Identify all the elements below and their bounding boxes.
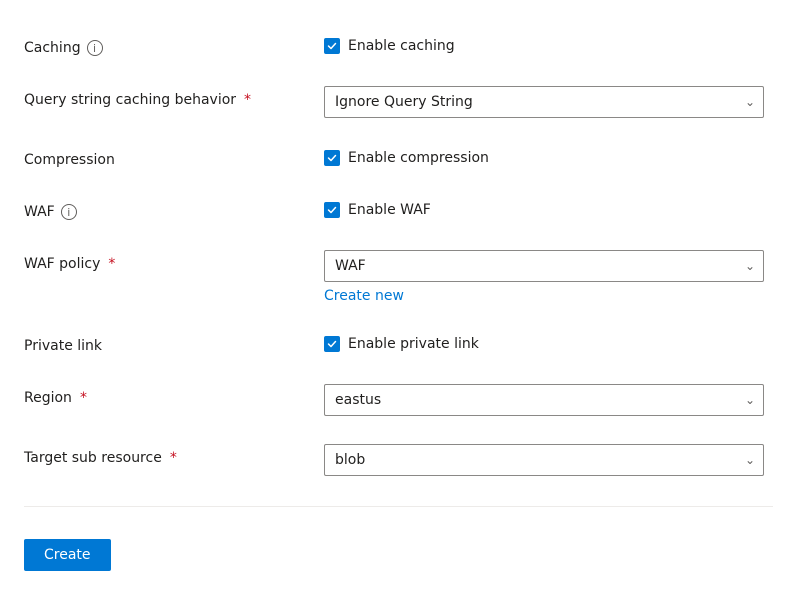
waf-policy-row: WAF policy * WAF ⌄ Create new (24, 236, 773, 318)
enable-private-link-row: Enable private link (324, 332, 773, 352)
target-sub-resource-control: blob ⌄ (324, 444, 773, 476)
target-sub-resource-label-text: Target sub resource (24, 450, 162, 466)
target-sub-resource-required: * (170, 450, 177, 466)
form-footer: Create (24, 523, 773, 587)
enable-caching-label: Enable caching (348, 38, 455, 54)
region-chevron-icon: ⌄ (745, 393, 755, 407)
query-string-row: Query string caching behavior * Ignore Q… (24, 72, 773, 132)
target-sub-resource-value: blob (335, 452, 365, 468)
region-value: eastus (335, 392, 381, 408)
enable-compression-checkbox[interactable] (324, 150, 340, 166)
private-link-label-text: Private link (24, 338, 102, 354)
waf-label-text: WAF (24, 204, 55, 220)
enable-compression-row: Enable compression (324, 146, 773, 166)
query-string-label: Query string caching behavior * (24, 86, 324, 108)
caching-row: Caching i Enable caching (24, 20, 773, 72)
enable-waf-label: Enable WAF (348, 202, 431, 218)
region-row: Region * eastus ⌄ (24, 370, 773, 430)
private-link-row: Private link Enable private link (24, 318, 773, 370)
waf-control: Enable WAF (324, 198, 773, 218)
caching-label-text: Caching (24, 40, 81, 56)
query-string-required: * (244, 92, 251, 108)
private-link-label: Private link (24, 332, 324, 354)
waf-policy-dropdown[interactable]: WAF ⌄ (324, 250, 764, 282)
waf-row: WAF i Enable WAF (24, 184, 773, 236)
waf-policy-value: WAF (335, 258, 366, 274)
enable-caching-checkbox[interactable] (324, 38, 340, 54)
enable-caching-row: Enable caching (324, 34, 773, 54)
query-string-chevron-icon: ⌄ (745, 95, 755, 109)
waf-policy-label: WAF policy * (24, 250, 324, 272)
caching-label: Caching i (24, 34, 324, 56)
waf-info-icon[interactable]: i (61, 204, 77, 220)
create-button[interactable]: Create (24, 539, 111, 571)
caching-control: Enable caching (324, 34, 773, 54)
target-sub-resource-dropdown[interactable]: blob ⌄ (324, 444, 764, 476)
enable-waf-checkbox[interactable] (324, 202, 340, 218)
region-control: eastus ⌄ (324, 384, 773, 416)
target-sub-resource-row: Target sub resource * blob ⌄ (24, 430, 773, 490)
waf-policy-required: * (108, 256, 115, 272)
target-sub-resource-label: Target sub resource * (24, 444, 324, 466)
target-sub-resource-chevron-icon: ⌄ (745, 453, 755, 467)
enable-waf-row: Enable WAF (324, 198, 773, 218)
caching-info-icon[interactable]: i (87, 40, 103, 56)
private-link-control: Enable private link (324, 332, 773, 352)
enable-compression-label: Enable compression (348, 150, 489, 166)
waf-policy-label-text: WAF policy (24, 256, 100, 272)
waf-policy-chevron-icon: ⌄ (745, 259, 755, 273)
form-divider (24, 506, 773, 507)
waf-label: WAF i (24, 198, 324, 220)
query-string-dropdown[interactable]: Ignore Query String ⌄ (324, 86, 764, 118)
query-string-value: Ignore Query String (335, 94, 473, 110)
query-string-control: Ignore Query String ⌄ (324, 86, 773, 118)
enable-private-link-label: Enable private link (348, 336, 479, 352)
compression-label: Compression (24, 146, 324, 168)
region-label: Region * (24, 384, 324, 406)
region-dropdown[interactable]: eastus ⌄ (324, 384, 764, 416)
region-required: * (80, 390, 87, 406)
create-new-link[interactable]: Create new (324, 288, 404, 304)
compression-label-text: Compression (24, 152, 115, 168)
query-string-label-text: Query string caching behavior (24, 92, 236, 108)
compression-control: Enable compression (324, 146, 773, 166)
form-container: Caching i Enable caching Query string ca… (24, 20, 773, 587)
enable-private-link-checkbox[interactable] (324, 336, 340, 352)
compression-row: Compression Enable compression (24, 132, 773, 184)
waf-policy-control: WAF ⌄ Create new (324, 250, 773, 304)
region-label-text: Region (24, 390, 72, 406)
